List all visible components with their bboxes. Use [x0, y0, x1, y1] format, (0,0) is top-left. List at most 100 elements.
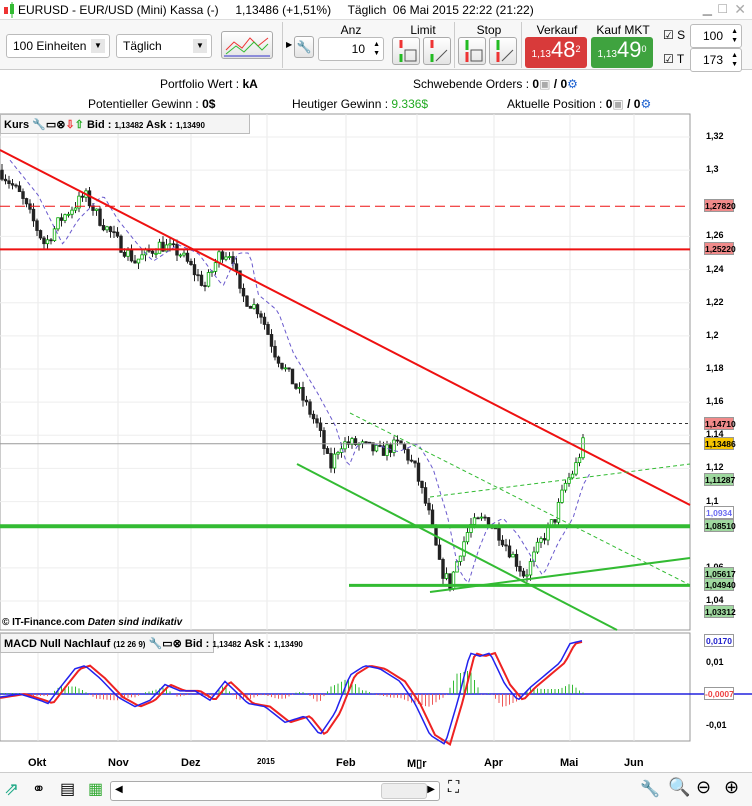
x-axis-label: Mai — [560, 757, 579, 769]
candle — [21, 191, 25, 199]
wrench-button[interactable]: 🔧 — [294, 36, 314, 58]
candle — [427, 502, 431, 511]
candle — [189, 260, 193, 265]
candle — [507, 545, 512, 558]
candle — [101, 225, 106, 231]
gear-icon[interactable]: ⚙ — [640, 97, 651, 111]
candle — [402, 443, 407, 450]
report-icon[interactable]: ▤ — [60, 779, 75, 799]
candle — [409, 459, 414, 462]
zoom-out-icon[interactable]: ⊖ — [696, 777, 711, 798]
candle — [24, 198, 29, 205]
candle — [332, 453, 337, 469]
grid-icon[interactable]: ▦ — [88, 779, 103, 799]
y-axis-tick: 1,18 — [706, 363, 724, 373]
candle — [255, 304, 260, 315]
candle — [140, 254, 144, 260]
s-checkbox[interactable]: ☑ S — [663, 28, 685, 42]
candle — [472, 517, 477, 525]
candle — [329, 453, 333, 469]
candle — [521, 570, 526, 577]
zoom-reset-icon[interactable]: ⛶ — [448, 779, 459, 797]
candle — [560, 489, 564, 503]
window-icon[interactable]: ▭ — [162, 638, 172, 650]
candle — [0, 169, 4, 180]
limit-sell-button[interactable] — [423, 37, 451, 65]
candle — [217, 251, 221, 264]
horizontal-scrollbar[interactable]: ◀ ▶ — [110, 781, 440, 801]
sell-market-button[interactable]: 1,13482 — [525, 37, 587, 68]
candle — [539, 538, 543, 543]
stepper-arrows-icon[interactable]: ▲ ▼ — [731, 51, 738, 69]
limit-buy-button[interactable] — [392, 37, 420, 65]
x-axis-label: Dez — [181, 757, 201, 769]
quantity-stepper[interactable]: 10 ▲ ▼ — [318, 37, 384, 61]
buy-market-button[interactable]: 1,13490 — [591, 37, 653, 68]
stepper-arrows-icon[interactable]: ▲ ▼ — [373, 40, 380, 58]
wrench-chart-icon[interactable]: 🔧 — [640, 779, 660, 799]
close-icon[interactable]: ⊗ — [173, 638, 182, 650]
minimize-button[interactable]: ▁ — [703, 2, 712, 16]
gear-icon[interactable]: ⚙ — [567, 77, 578, 91]
candle — [108, 226, 113, 233]
y-axis-tick: 1,16 — [706, 396, 724, 407]
wrench-icon[interactable]: 🔧 — [149, 638, 163, 650]
t-checkbox[interactable]: ☑ T — [663, 52, 684, 66]
price-tag: 1,13486 — [704, 436, 736, 450]
wrench-icon[interactable]: 🔧 — [32, 119, 46, 131]
candle — [511, 553, 515, 558]
candle — [297, 387, 302, 389]
link-icon[interactable]: ⚭ — [32, 779, 45, 799]
candle — [168, 243, 172, 246]
scrollbar-thumb[interactable] — [381, 783, 427, 799]
t-value-stepper[interactable]: 173 ▲ ▼ — [690, 48, 742, 72]
expand-arrow-icon[interactable]: ▶ — [286, 40, 292, 49]
candle — [420, 480, 424, 488]
close-position-icon[interactable]: ▣ — [612, 97, 623, 111]
close-button[interactable]: ✕ — [734, 1, 746, 18]
candle — [423, 487, 428, 504]
sell-arrow-icon[interactable]: ⇩ — [65, 119, 74, 131]
y-axis-tick: 1,2 — [706, 329, 719, 340]
interval-select[interactable]: Täglich ▼ — [116, 34, 212, 58]
stop-sell-button[interactable] — [489, 37, 517, 65]
candle — [31, 208, 36, 222]
candle — [413, 460, 417, 464]
price-chart[interactable] — [0, 113, 752, 773]
candle — [241, 287, 246, 297]
candle — [122, 251, 127, 257]
candle — [220, 251, 225, 260]
candle — [318, 422, 323, 431]
candle — [336, 452, 340, 455]
x-axis-label: Apr — [484, 757, 503, 769]
indicator-button[interactable] — [221, 31, 273, 59]
candle — [199, 274, 204, 286]
maximize-button[interactable]: ☐ — [717, 2, 728, 16]
limit-order-icon — [399, 40, 417, 62]
window-icon[interactable]: ▭ — [46, 119, 56, 131]
zoom-fit-icon[interactable]: 🔍 — [668, 777, 690, 798]
stop-buy-button[interactable] — [458, 37, 486, 65]
candle — [234, 263, 239, 272]
price-tag: 1,11287 — [704, 473, 736, 487]
buy-arrow-icon[interactable]: ⇧ — [75, 119, 84, 131]
candle — [308, 401, 312, 415]
divider — [521, 22, 522, 68]
candle — [7, 180, 11, 184]
candle — [196, 274, 200, 277]
candle — [514, 553, 519, 567]
scroll-right-icon[interactable]: ▶ — [427, 784, 435, 795]
credit: © IT-Finance.com Daten sind indikativ — [2, 617, 183, 628]
cancel-orders-icon[interactable]: ▣ — [539, 77, 550, 91]
s-value-stepper[interactable]: 100 ▲ ▼ — [690, 24, 742, 48]
stepper-arrows-icon[interactable]: ▲ ▼ — [731, 27, 738, 45]
candle — [133, 260, 137, 264]
scroll-left-icon[interactable]: ◀ — [115, 784, 123, 795]
export-icon[interactable]: ⇗ — [4, 779, 19, 800]
candle — [182, 252, 186, 256]
candle — [385, 444, 389, 456]
candle — [497, 527, 501, 541]
units-select[interactable]: 100 Einheiten ▼ — [6, 34, 110, 58]
y-axis-tick: 1,32 — [706, 131, 724, 141]
zoom-in-icon[interactable]: ⊕ — [724, 777, 739, 798]
